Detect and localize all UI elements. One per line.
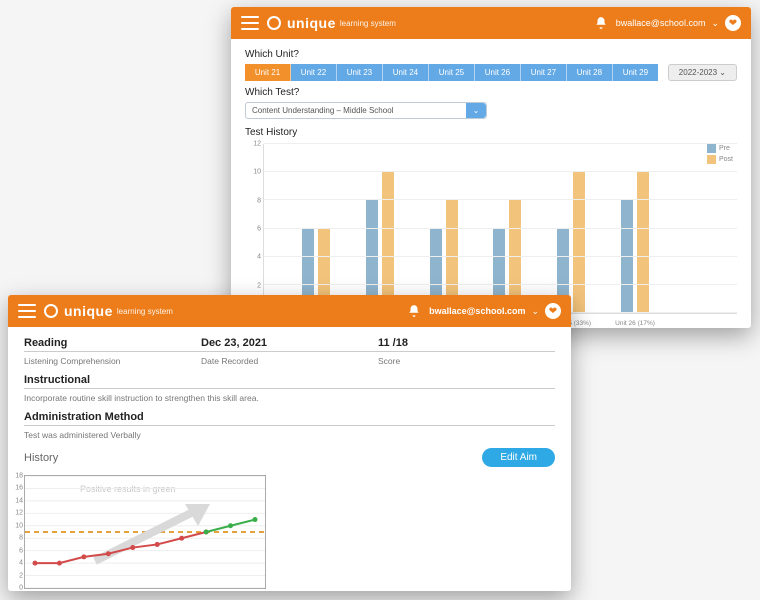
test-history-chart: 024681012 Pre Post Unit 21 (8%)Unit 22 (… <box>245 144 737 314</box>
which-test-label: Which Test? <box>245 87 737 98</box>
date-recorded: Dec 23, 2021 <box>201 337 378 349</box>
user-email[interactable]: bwallace@school.com <box>616 18 706 28</box>
unit-tab[interactable]: Unit 22 <box>291 64 337 81</box>
history-line-chart: 024681012141618 Positive results in gree… <box>24 475 266 589</box>
unit-tab[interactable]: Unit 25 <box>429 64 475 81</box>
avatar[interactable]: ❤ <box>725 15 741 31</box>
brand-name: unique <box>64 303 113 319</box>
unit-tab[interactable]: Unit 27 <box>521 64 567 81</box>
brand-name: unique <box>287 15 336 31</box>
unit-tab[interactable]: Unit 21 <box>245 64 291 81</box>
chevron-down-icon[interactable]: ⌄ <box>711 18 719 29</box>
user-email[interactable]: bwallace@school.com <box>429 306 525 316</box>
notifications-icon[interactable] <box>594 16 608 30</box>
school-year-select[interactable]: 2022-2023 ⌄ <box>668 64 737 81</box>
brand-tagline: learning system <box>340 19 396 28</box>
test-history-window: unique learning system bwallace@school.c… <box>231 7 751 328</box>
score: 11 /18 <box>378 337 555 349</box>
top-bar: unique learning system bwallace@school.c… <box>231 7 751 39</box>
notifications-icon[interactable] <box>407 304 421 318</box>
chevron-down-icon[interactable]: ⌄ <box>466 103 486 118</box>
unit-tabs: Unit 21Unit 22Unit 23Unit 24Unit 25Unit … <box>245 64 658 81</box>
test-history-label: Test History <box>245 127 737 138</box>
which-unit-label: Which Unit? <box>245 49 737 60</box>
skill-name: Reading <box>24 337 201 349</box>
hamburger-icon[interactable] <box>241 16 259 30</box>
hamburger-icon[interactable] <box>18 304 36 318</box>
admin-method-label: Administration Method <box>24 411 555 423</box>
test-dropdown[interactable]: Content Understanding – Middle School ⌄ <box>245 102 487 119</box>
brand-tagline: learning system <box>117 307 173 316</box>
avatar[interactable]: ❤ <box>545 303 561 319</box>
brand-logo-icon <box>267 16 281 30</box>
skill-history-window: unique learning system bwallace@school.c… <box>8 295 571 591</box>
unit-tab[interactable]: Unit 28 <box>567 64 613 81</box>
history-label: History <box>24 452 58 464</box>
edit-aim-button[interactable]: Edit Aim <box>482 448 555 467</box>
unit-tab[interactable]: Unit 23 <box>337 64 383 81</box>
skill-sub: Listening Comprehension <box>24 356 201 366</box>
unit-tab[interactable]: Unit 29 <box>613 64 658 81</box>
top-bar: unique learning system bwallace@school.c… <box>8 295 571 327</box>
chevron-down-icon[interactable]: ⌄ <box>531 306 539 317</box>
chart-legend: Pre Post <box>707 144 733 166</box>
brand-logo-icon <box>44 304 58 318</box>
instructional-label: Instructional <box>24 374 555 386</box>
unit-tab[interactable]: Unit 24 <box>383 64 429 81</box>
unit-tab[interactable]: Unit 26 <box>475 64 521 81</box>
